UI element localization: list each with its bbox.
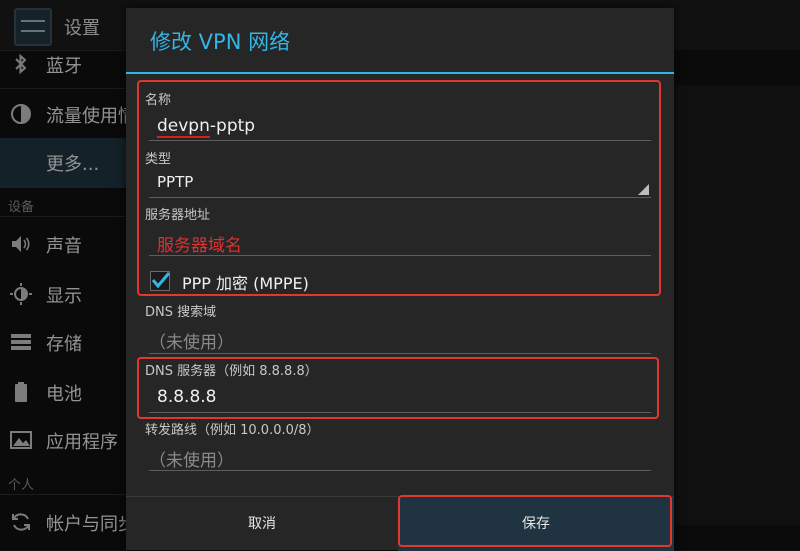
edit-vpn-dialog: 修改 VPN 网络 名称 devpn-pptp 类型 PPTP 服务器地址 服务… xyxy=(126,8,674,551)
routes-label: 转发路线（例如 10.0.0.0/8） xyxy=(145,423,320,438)
field-underline xyxy=(149,353,651,354)
highlight-box-save xyxy=(398,495,672,547)
cancel-button[interactable]: 取消 xyxy=(126,497,398,551)
field-underline xyxy=(149,470,651,471)
title-divider xyxy=(126,72,674,74)
dns-search-label: DNS 搜索域 xyxy=(145,305,217,320)
routes-input[interactable]: （未使用） xyxy=(149,446,234,471)
highlight-box-basic xyxy=(137,80,661,296)
highlight-box-dns xyxy=(137,357,659,419)
dialog-title: 修改 VPN 网络 xyxy=(150,30,291,54)
dns-search-input[interactable]: （未使用） xyxy=(149,328,234,353)
